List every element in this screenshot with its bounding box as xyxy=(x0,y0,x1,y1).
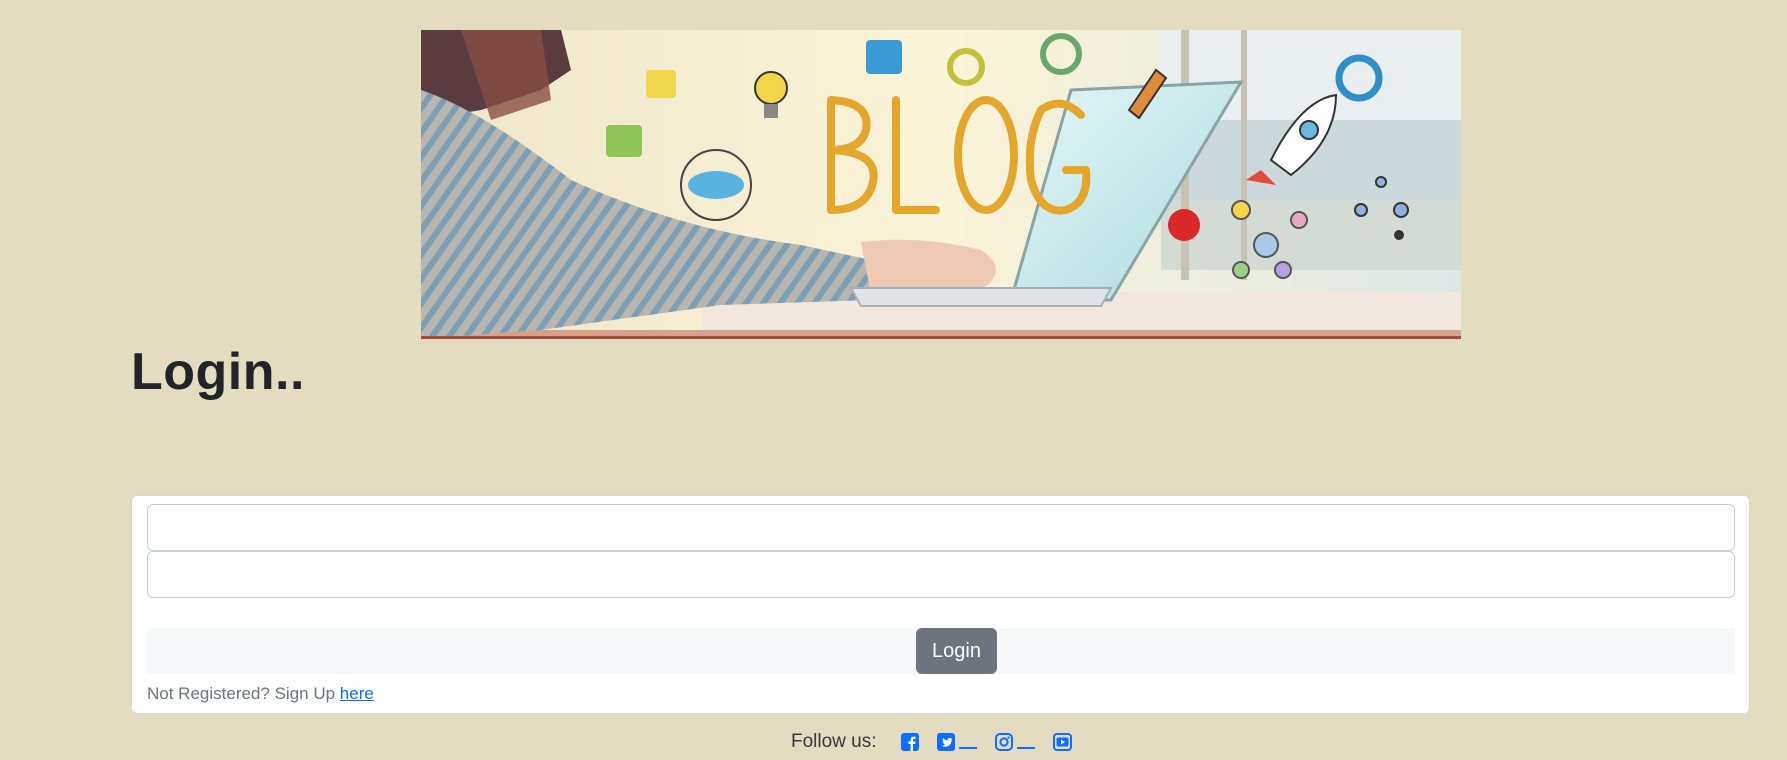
signup-prompt: Not Registered? Sign Up here xyxy=(147,682,374,706)
password-input[interactable] xyxy=(147,551,1735,598)
instagram-icon[interactable] xyxy=(994,733,1035,751)
form-footer: Login xyxy=(147,628,1735,674)
twitter-icon[interactable] xyxy=(936,733,977,751)
follow-us-label: Follow us: xyxy=(791,731,877,752)
follow-us-bar: Follow us: xyxy=(791,729,1090,755)
blog-banner-image xyxy=(421,30,1461,339)
signup-prompt-text: Not Registered? Sign Up xyxy=(147,684,336,703)
facebook-icon[interactable] xyxy=(900,733,919,751)
youtube-icon[interactable] xyxy=(1052,733,1072,751)
login-form-card: Login Not Registered? Sign Up here xyxy=(131,495,1750,714)
login-button[interactable]: Login xyxy=(916,628,997,674)
signup-link[interactable]: here xyxy=(340,684,374,703)
page-title: Login.. xyxy=(131,343,305,401)
username-input[interactable] xyxy=(147,504,1735,551)
